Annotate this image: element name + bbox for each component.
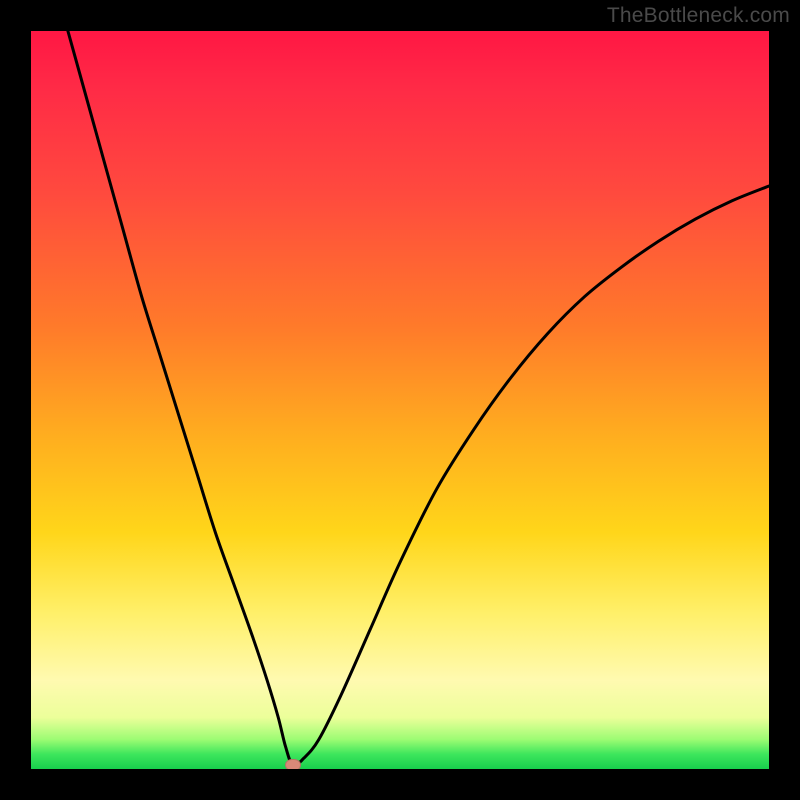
watermark-text: TheBottleneck.com [607, 4, 790, 28]
bottleneck-curve [31, 31, 769, 769]
chart-frame: TheBottleneck.com [0, 0, 800, 800]
plot-area [31, 31, 769, 769]
minimum-marker [285, 759, 301, 769]
